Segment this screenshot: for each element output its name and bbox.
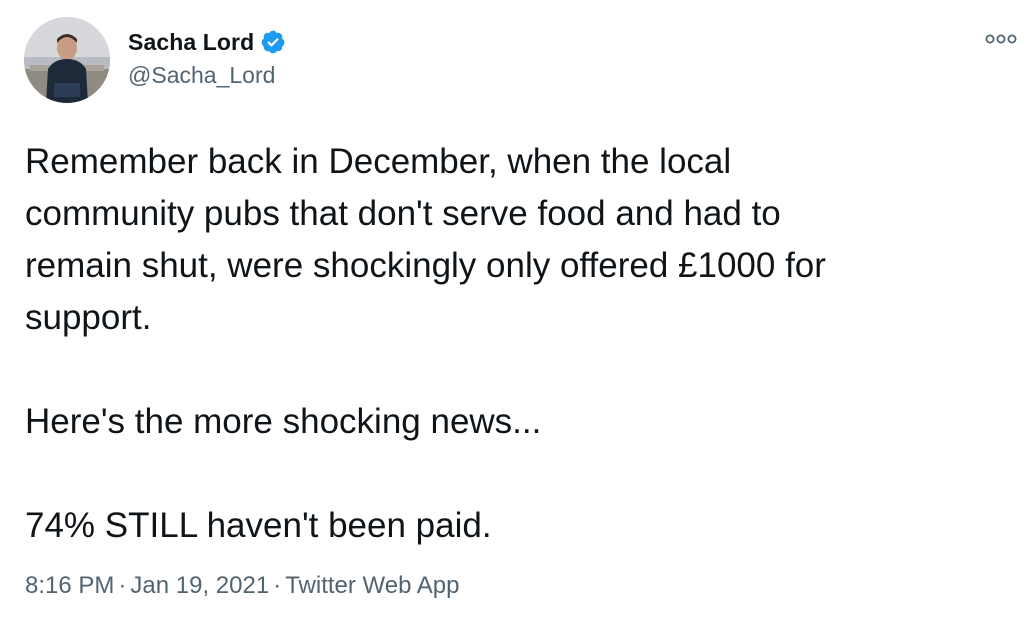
profile-photo-icon: [24, 17, 110, 103]
display-name[interactable]: Sacha Lord: [128, 29, 254, 56]
verified-badge-icon: [260, 29, 286, 55]
author-name-row[interactable]: Sacha Lord: [128, 27, 286, 57]
avatar[interactable]: [24, 17, 110, 103]
meta-separator: ·: [118, 572, 127, 599]
author-handle[interactable]: @Sacha_Lord: [128, 62, 275, 89]
tweet-text: Remember back in December, when the loca…: [25, 136, 1005, 552]
tweet-paragraph: 74% STILL haven't been paid.: [25, 506, 492, 545]
tweet-timestamp-time[interactable]: 8:16 PM: [25, 572, 114, 599]
tweet-timestamp-date[interactable]: Jan 19, 2021: [130, 572, 269, 599]
meta-separator: ·: [273, 572, 282, 599]
tweet-source-link[interactable]: Twitter Web App: [285, 572, 459, 599]
more-options-icon[interactable]: [984, 29, 1018, 49]
tweet-card: Sacha Lord @Sacha_Lord Remember back in …: [0, 0, 1032, 624]
tweet-paragraph: Here's the more shocking news...: [25, 402, 542, 441]
tweet-paragraph: Remember back in December, when the loca…: [25, 142, 826, 337]
tweet-metadata: 8:16 PM · Jan 19, 2021 · Twitter Web App: [25, 572, 460, 600]
